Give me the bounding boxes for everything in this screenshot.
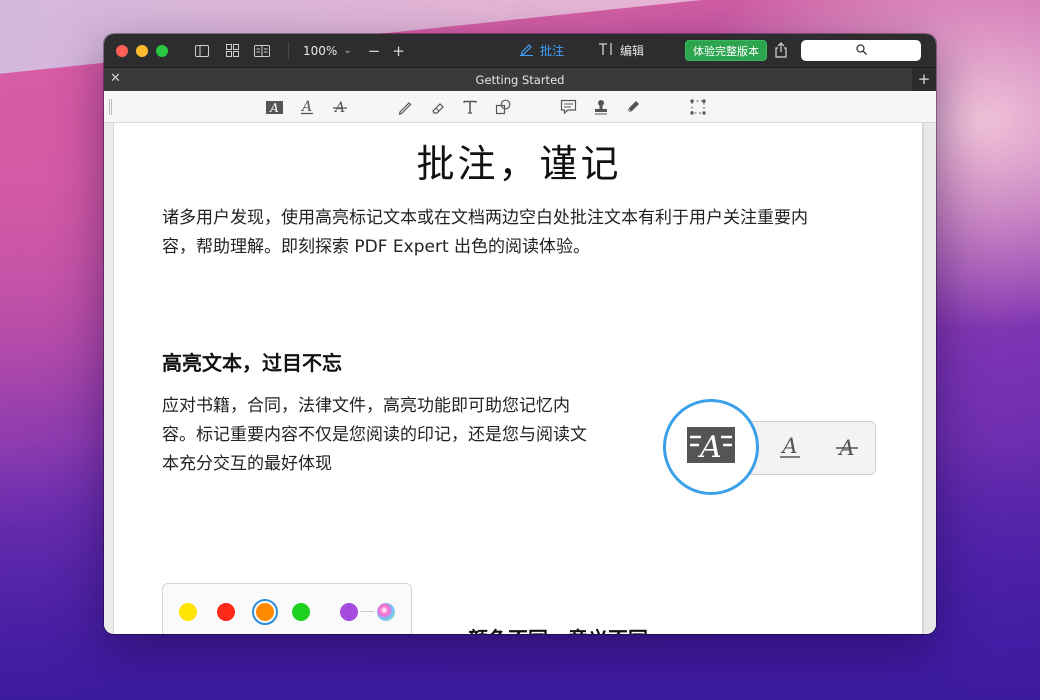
strikethrough-sample-icon: A [835,434,859,464]
stamp-icon[interactable] [591,97,611,117]
zoom-in-button[interactable]: + [392,42,405,60]
pen-icon [519,42,534,60]
underline-sample-icon: A [778,434,802,464]
zoom-control[interactable]: 100% ⌄ − + [303,42,405,60]
highlight-sample-icon: A [687,425,735,469]
underline-text-icon[interactable]: A [297,97,317,117]
strikethrough-text-icon[interactable]: A [330,97,350,117]
search-field[interactable] [801,40,921,61]
toolbar-grip[interactable] [109,99,112,115]
new-tab-button[interactable]: + [912,68,936,92]
color-swatch-red [217,603,235,621]
text-cursor-icon [598,42,614,60]
mode-switcher: 批注 编辑 [519,34,644,67]
eraser-icon[interactable] [427,97,447,117]
color-palette-illustration [162,583,412,634]
intro-line-1: 诸多用户发现，使用高亮标记文本或在文档两边空白处批注文本有利于用户关注重要内 [162,208,808,228]
section-body-line-3: 本充分交互的最好体现 [162,454,332,474]
annotation-toolbar: A A A [104,91,936,123]
document-viewport[interactable]: 批注，谨记 诸多用户发现，使用高亮标记文本或在文档两边空白处批注文本有利于用户关… [104,123,936,634]
shapes-icon[interactable] [493,97,513,117]
search-icon [855,43,867,58]
svg-text:A: A [269,101,279,115]
pencil-icon[interactable] [395,97,415,117]
close-window-button[interactable] [116,44,128,57]
signature-pen-icon[interactable] [623,97,643,117]
color-swatch-purple [340,603,358,621]
highlight-sample-badge: A [663,399,759,495]
page-title: 批注，谨记 [416,142,622,186]
toolbar-divider [288,41,289,60]
edit-mode-label: 编辑 [620,44,645,58]
zoom-out-button[interactable]: − [368,42,381,60]
section-body-line-2: 容。标记重要内容不仅是您阅读的印记，还是您与阅读文 [162,425,587,445]
sidebar-toggle-icon[interactable] [194,44,210,58]
color-swatch-orange [256,603,274,621]
section-heading-colors: 颜色不同，意义不同 [468,623,648,634]
color-swatch-green [292,603,310,621]
svg-text:A: A [780,434,797,458]
custom-color-picker-icon [377,603,395,621]
intro-line-2: 容，帮助理解。即刻探索 PDF Expert 出色的阅读体验。 [162,237,591,257]
swatch-divider [360,611,374,612]
document-tab-bar: ✕ Getting Started + [104,67,936,92]
minimize-window-button[interactable] [136,44,148,57]
scrollbar-track[interactable] [923,123,936,634]
reading-mode-icon[interactable] [254,44,270,58]
svg-text:A: A [697,430,722,465]
close-tab-icon[interactable]: ✕ [110,71,121,86]
document-page[interactable]: 批注，谨记 诸多用户发现，使用高亮标记文本或在文档两边空白处批注文本有利于用户关… [113,123,923,634]
section-heading-highlight: 高亮文本，过目不忘 [162,351,342,375]
highlight-text-icon[interactable]: A [264,97,284,117]
chevron-down-icon[interactable]: ⌄ [343,45,351,56]
full-version-button[interactable]: 体验完整版本 [685,40,767,61]
annotate-mode-tab[interactable]: 批注 [519,42,564,60]
color-swatch-yellow [179,603,197,621]
selection-icon[interactable] [688,97,708,117]
text-tool-icon[interactable] [460,97,480,117]
zoom-window-button[interactable] [156,44,168,57]
section-body-line-1: 应对书籍，合同，法律文件，高亮功能即可助您记忆内 [162,396,570,416]
edit-mode-tab[interactable]: 编辑 [598,42,644,60]
svg-text:A: A [300,99,312,115]
comment-icon[interactable] [558,97,578,117]
zoom-level[interactable]: 100% [303,44,337,58]
title-bar: 100% ⌄ − + 批注 编辑 体验完整版本 [104,34,936,67]
annotate-mode-label: 批注 [540,44,565,58]
thumbnails-grid-icon[interactable] [224,44,240,58]
pdf-expert-window: 100% ⌄ − + 批注 编辑 体验完整版本 ✕ Getting Starte… [104,34,936,634]
share-icon[interactable] [772,41,790,59]
document-tab-title[interactable]: Getting Started [104,73,936,87]
window-controls [116,44,168,57]
